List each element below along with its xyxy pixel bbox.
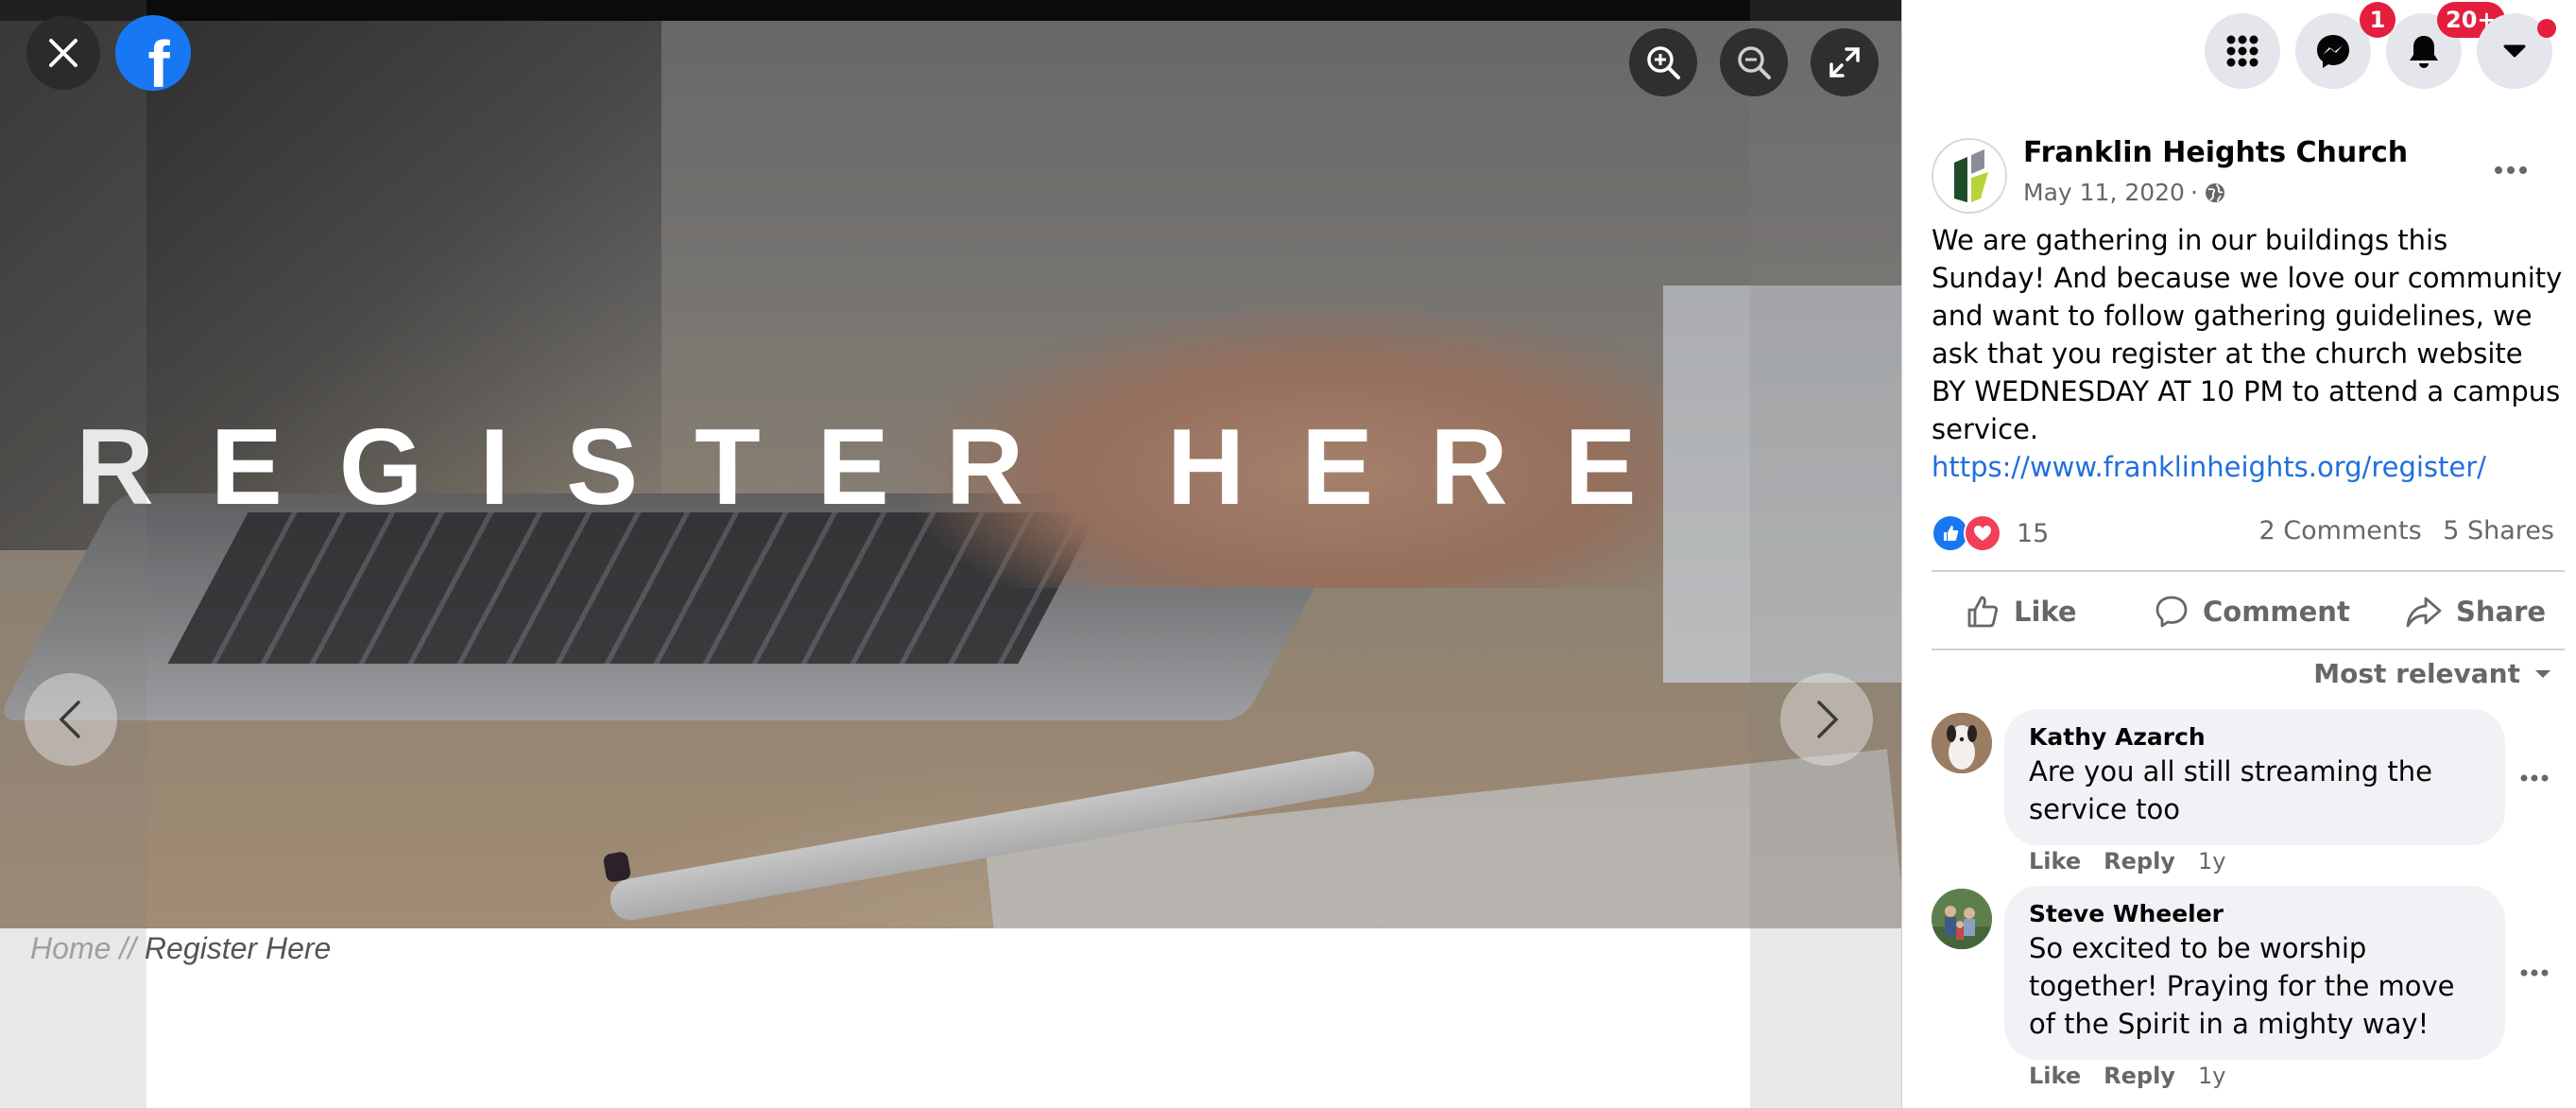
chevron-left-icon — [59, 701, 80, 738]
comment-text: So excited to be worship together! Prayi… — [2029, 932, 2455, 1040]
thumbs-up-icon — [1967, 596, 1999, 628]
photo-viewer: REGISTER HERE Home // Register Here f — [0, 0, 1901, 1108]
comment-bubble: Steve Wheeler So excited to be worship t… — [2004, 886, 2505, 1060]
comment-sort-dropdown[interactable]: Most relevant — [2313, 658, 2552, 689]
caret-down-icon — [2535, 669, 2550, 678]
share-icon — [2406, 597, 2442, 628]
family-avatar-icon — [1932, 889, 1992, 949]
breadcrumb-home: Home — [30, 931, 112, 965]
caret-down-icon — [2503, 44, 2526, 58]
fullscreen-icon — [1829, 47, 1860, 78]
comment-options-button[interactable] — [2511, 764, 2558, 792]
comments-count[interactable]: 2 Comments — [2259, 516, 2422, 545]
globe-icon — [2205, 182, 2224, 202]
post-panel: 1 20+ Franklin Heights Church May 11, 20… — [1901, 0, 2576, 1108]
zoom-out-icon — [1738, 46, 1771, 79]
share-button[interactable]: Share — [2405, 588, 2546, 635]
comment-options-button[interactable] — [2511, 959, 2558, 987]
post-stats: 2 Comments 5 Shares — [2246, 516, 2554, 545]
messenger-icon — [2317, 35, 2349, 68]
post-text: We are gathering in our buildings this S… — [1932, 221, 2565, 486]
comment-avatar[interactable] — [1932, 889, 1992, 949]
facebook-logo-letter: f — [147, 27, 170, 91]
breadcrumb-separator: // — [119, 931, 137, 965]
comment-author[interactable]: Kathy Azarch — [2029, 722, 2481, 753]
post-date[interactable]: May 11, 2020 — [2023, 179, 2185, 206]
facebook-logo[interactable]: f — [115, 15, 191, 91]
comment-icon — [2155, 596, 2188, 628]
page-avatar[interactable] — [1932, 138, 2007, 214]
comment-bubble: Kathy Azarch Are you all still streaming… — [2004, 709, 2505, 845]
comment-label: Comment — [2203, 596, 2350, 628]
dog-avatar-icon — [1932, 713, 1992, 773]
next-photo-button[interactable] — [1780, 673, 1873, 766]
comment-time[interactable]: 1y — [2198, 848, 2225, 874]
close-button[interactable] — [26, 16, 100, 90]
grid-menu-icon — [2226, 35, 2258, 67]
account-alert-dot — [2537, 19, 2556, 38]
zoom-in-button[interactable] — [1629, 28, 1697, 96]
comment-author[interactable]: Steve Wheeler — [2029, 899, 2481, 929]
zoom-out-button[interactable] — [1720, 28, 1788, 96]
comment-time[interactable]: 1y — [2198, 1063, 2225, 1089]
fullscreen-button[interactable] — [1811, 28, 1879, 96]
comment-button[interactable]: Comment — [2154, 588, 2350, 635]
comment-avatar[interactable] — [1932, 713, 1992, 773]
previous-photo-button[interactable] — [25, 673, 117, 766]
divider — [1932, 570, 2565, 572]
viewer-top-border — [0, 0, 1901, 21]
zoom-in-icon — [1647, 46, 1680, 79]
comment-reply-link[interactable]: Reply — [2104, 848, 2175, 874]
image-headline: REGISTER HERE — [76, 407, 1693, 528]
close-icon — [49, 39, 77, 67]
page-name[interactable]: Franklin Heights Church — [2023, 136, 2408, 169]
post-meta: May 11, 2020 · — [2023, 179, 2226, 206]
post-date-separator: · — [2190, 179, 2198, 206]
share-label: Share — [2456, 596, 2547, 628]
post-options-button[interactable] — [2482, 151, 2539, 189]
shares-count[interactable]: 5 Shares — [2443, 516, 2554, 545]
comment-reply-link[interactable]: Reply — [2104, 1063, 2175, 1089]
reaction-count: 15 — [2017, 518, 2050, 548]
comment-actions: Like Reply 1y — [2029, 848, 2225, 874]
more-horizontal-icon — [2520, 969, 2549, 977]
comment-actions: Like Reply 1y — [2029, 1063, 2225, 1089]
post-body: We are gathering in our buildings this S… — [1932, 224, 2563, 445]
sort-label: Most relevant — [2313, 658, 2520, 689]
menu-button[interactable] — [2205, 13, 2280, 89]
comment-text: Are you all still streaming the service … — [2029, 755, 2432, 825]
love-reaction-icon — [1964, 514, 2001, 552]
image-breadcrumb: Home // Register Here — [30, 931, 331, 966]
post-link[interactable]: https://www.franklinheights.org/register… — [1932, 448, 2565, 486]
divider — [1932, 649, 2565, 650]
church-logo-icon — [1954, 149, 1988, 202]
reactions-summary[interactable]: 15 — [1932, 514, 2049, 552]
chevron-right-icon — [1817, 701, 1839, 738]
more-horizontal-icon — [2520, 774, 2549, 782]
like-label: Like — [2014, 596, 2077, 628]
breadcrumb-current: Register Here — [144, 931, 332, 965]
comment-like-link[interactable]: Like — [2029, 1063, 2081, 1089]
like-button[interactable]: Like — [1965, 588, 2077, 635]
more-horizontal-icon — [2495, 166, 2527, 174]
comment-like-link[interactable]: Like — [2029, 848, 2081, 874]
bell-icon — [2410, 36, 2438, 68]
